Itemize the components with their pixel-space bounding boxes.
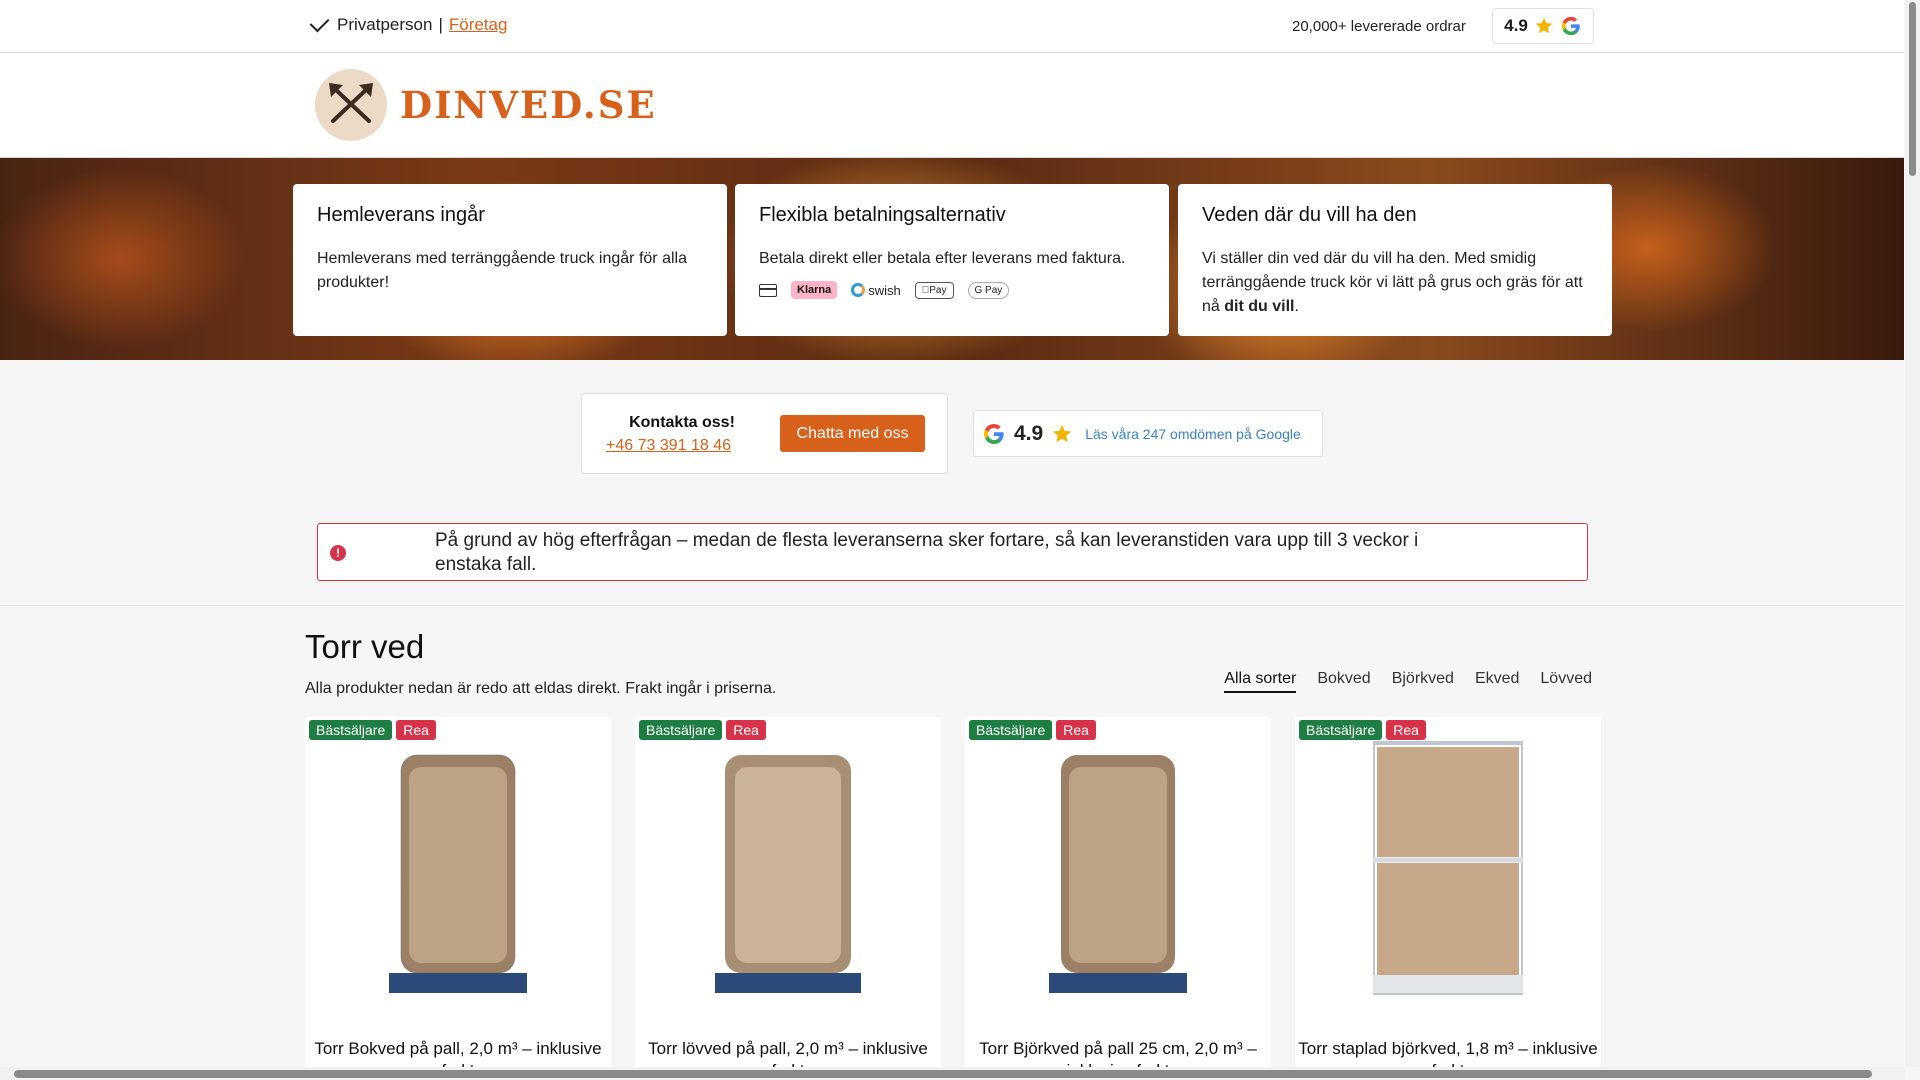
vertical-scroll-thumb[interactable]	[1909, 2, 1916, 176]
filter-all[interactable]: Alla sorter	[1224, 670, 1297, 693]
google-review-box[interactable]: 4.9 Läs våra 247 omdömen på Google	[973, 410, 1323, 457]
google-reviews-link[interactable]: Läs våra 247 omdömen på Google	[1085, 426, 1301, 442]
usp-text-end: .	[1294, 298, 1299, 315]
axes-logo-graphic	[329, 83, 373, 123]
product-name[interactable]: Torr Björkved på pall 25 cm, 2,0 m³ – in…	[965, 1038, 1271, 1067]
product-card[interactable]: Bästsäljare Rea Torr Bokved på pall, 2,0…	[305, 717, 611, 1067]
product-card[interactable]: Bästsäljare Rea Torr staplad björkved, 1…	[1295, 717, 1601, 1067]
usp-card-text: Vi ställer din ved där du vill ha den. M…	[1202, 247, 1588, 319]
usp-card-payment: Flexibla betalningsalternativ Betala dir…	[735, 184, 1169, 336]
vertical-scrollbar[interactable]	[1905, 0, 1920, 1067]
apple-pay-label: Pay	[921, 284, 946, 296]
horizontal-scrollbar[interactable]	[0, 1067, 1905, 1080]
sale-badge: Rea	[1056, 720, 1096, 740]
alert-icon: !	[330, 545, 346, 561]
product-image	[1373, 741, 1523, 995]
private-customer-link[interactable]: Privatperson	[337, 15, 432, 35]
product-name[interactable]: Torr staplad björkved, 1,8 m³ – inklusiv…	[1295, 1038, 1601, 1067]
delivery-alert: ! På grund av hög efterfrågan – medan de…	[317, 523, 1588, 581]
bestseller-badge: Bästsäljare	[969, 720, 1053, 740]
bestseller-badge: Bästsäljare	[309, 720, 393, 740]
bestseller-badge: Bästsäljare	[639, 720, 723, 740]
google-pay-logo: G Pay	[967, 281, 1010, 299]
klarna-logo: Klarna	[791, 281, 838, 299]
star-icon	[1535, 17, 1553, 34]
payment-logos: Klarna swish Pay G Pay	[759, 281, 1145, 299]
product-image	[389, 754, 527, 993]
section-divider	[0, 605, 1904, 606]
usp-card-placement: Veden där du vill ha den Vi ställer din …	[1178, 184, 1612, 336]
sale-badge: Rea	[1386, 720, 1426, 740]
google-icon	[1561, 16, 1580, 36]
usp-card-title: Veden där du vill ha den	[1202, 204, 1417, 226]
site-header: DINVED.SE	[0, 53, 1904, 158]
chat-button[interactable]: Chatta med oss	[780, 415, 925, 452]
top-rating-badge[interactable]: 4.9	[1492, 8, 1594, 44]
section-subtitle: Alla produkter nedan är redo att eldas d…	[305, 680, 777, 697]
usp-card-delivery: Hemleverans ingår Hemleverans med terrän…	[293, 184, 727, 336]
separator: |	[438, 15, 443, 34]
apple-pay-logo: Pay	[914, 281, 954, 299]
product-card[interactable]: Bästsäljare Rea Torr lövved på pall, 2,0…	[635, 717, 941, 1067]
star-icon	[1053, 424, 1072, 442]
horizontal-scroll-thumb[interactable]	[14, 1070, 1872, 1078]
hero-banner: Hemleverans ingår Hemleverans med terrän…	[0, 158, 1904, 360]
phone-link[interactable]: +46 73 391 18 46	[606, 437, 731, 455]
usp-card-title: Hemleverans ingår	[317, 204, 485, 226]
google-icon	[984, 423, 1004, 444]
bestseller-badge: Bästsäljare	[1299, 720, 1383, 740]
usp-card-text: Hemleverans med terränggående truck ingå…	[317, 250, 687, 291]
contact-box: Kontakta oss! +46 73 391 18 46 Chatta me…	[581, 393, 948, 474]
product-image	[1049, 755, 1187, 993]
card-icon	[759, 283, 777, 297]
delivered-orders-count: 20,000+ levererade ordrar	[1292, 18, 1466, 35]
swish-icon	[851, 283, 866, 297]
product-badges: Bästsäljare Rea	[309, 720, 436, 740]
section-title: Torr ved	[305, 628, 425, 665]
usp-card-title: Flexibla betalningsalternativ	[759, 204, 1006, 226]
product-image	[715, 755, 861, 993]
filter-ekved[interactable]: Ekved	[1475, 670, 1519, 693]
google-score: 4.9	[1014, 421, 1044, 445]
logo-wordmark[interactable]: DINVED.SE	[400, 83, 657, 127]
product-badges: Bästsäljare Rea	[969, 720, 1096, 740]
axes-logo-icon[interactable]	[315, 69, 387, 141]
swish-logo: swish	[851, 283, 901, 298]
sale-badge: Rea	[396, 720, 436, 740]
alert-message: På grund av hög efterfrågan – medan de f…	[435, 530, 1419, 575]
product-card[interactable]: Bästsäljare Rea Torr Björkved på pall 25…	[965, 717, 1271, 1067]
product-filters: Alla sorter Bokved Björkved Ekved Lövved	[1224, 670, 1592, 693]
swish-label: swish	[868, 282, 901, 298]
filter-bokved[interactable]: Bokved	[1317, 670, 1370, 693]
product-badges: Bästsäljare Rea	[639, 720, 766, 740]
product-name[interactable]: Torr lövved på pall, 2,0 m³ – inklusive …	[635, 1038, 941, 1067]
business-customer-link[interactable]: Företag	[449, 15, 508, 35]
contact-label: Kontakta oss!	[629, 414, 735, 431]
product-badges: Bästsäljare Rea	[1299, 720, 1426, 740]
customer-type-switch: Privatperson | Företag	[309, 12, 508, 35]
page: Privatperson | Företag 20,000+ levererad…	[0, 0, 1904, 1067]
top-bar: Privatperson | Företag 20,000+ levererad…	[0, 0, 1904, 53]
filter-lovved[interactable]: Lövved	[1540, 670, 1592, 693]
usp-card-text: Betala direkt eller betala efter leveran…	[759, 250, 1126, 267]
product-name[interactable]: Torr Bokved på pall, 2,0 m³ – inklusive …	[305, 1038, 611, 1067]
sale-badge: Rea	[726, 720, 766, 740]
usp-text-bold: dit du vill	[1224, 298, 1295, 315]
filter-bjorkved[interactable]: Björkved	[1392, 670, 1454, 693]
rating-score: 4.9	[1504, 16, 1528, 35]
check-icon	[309, 12, 330, 33]
